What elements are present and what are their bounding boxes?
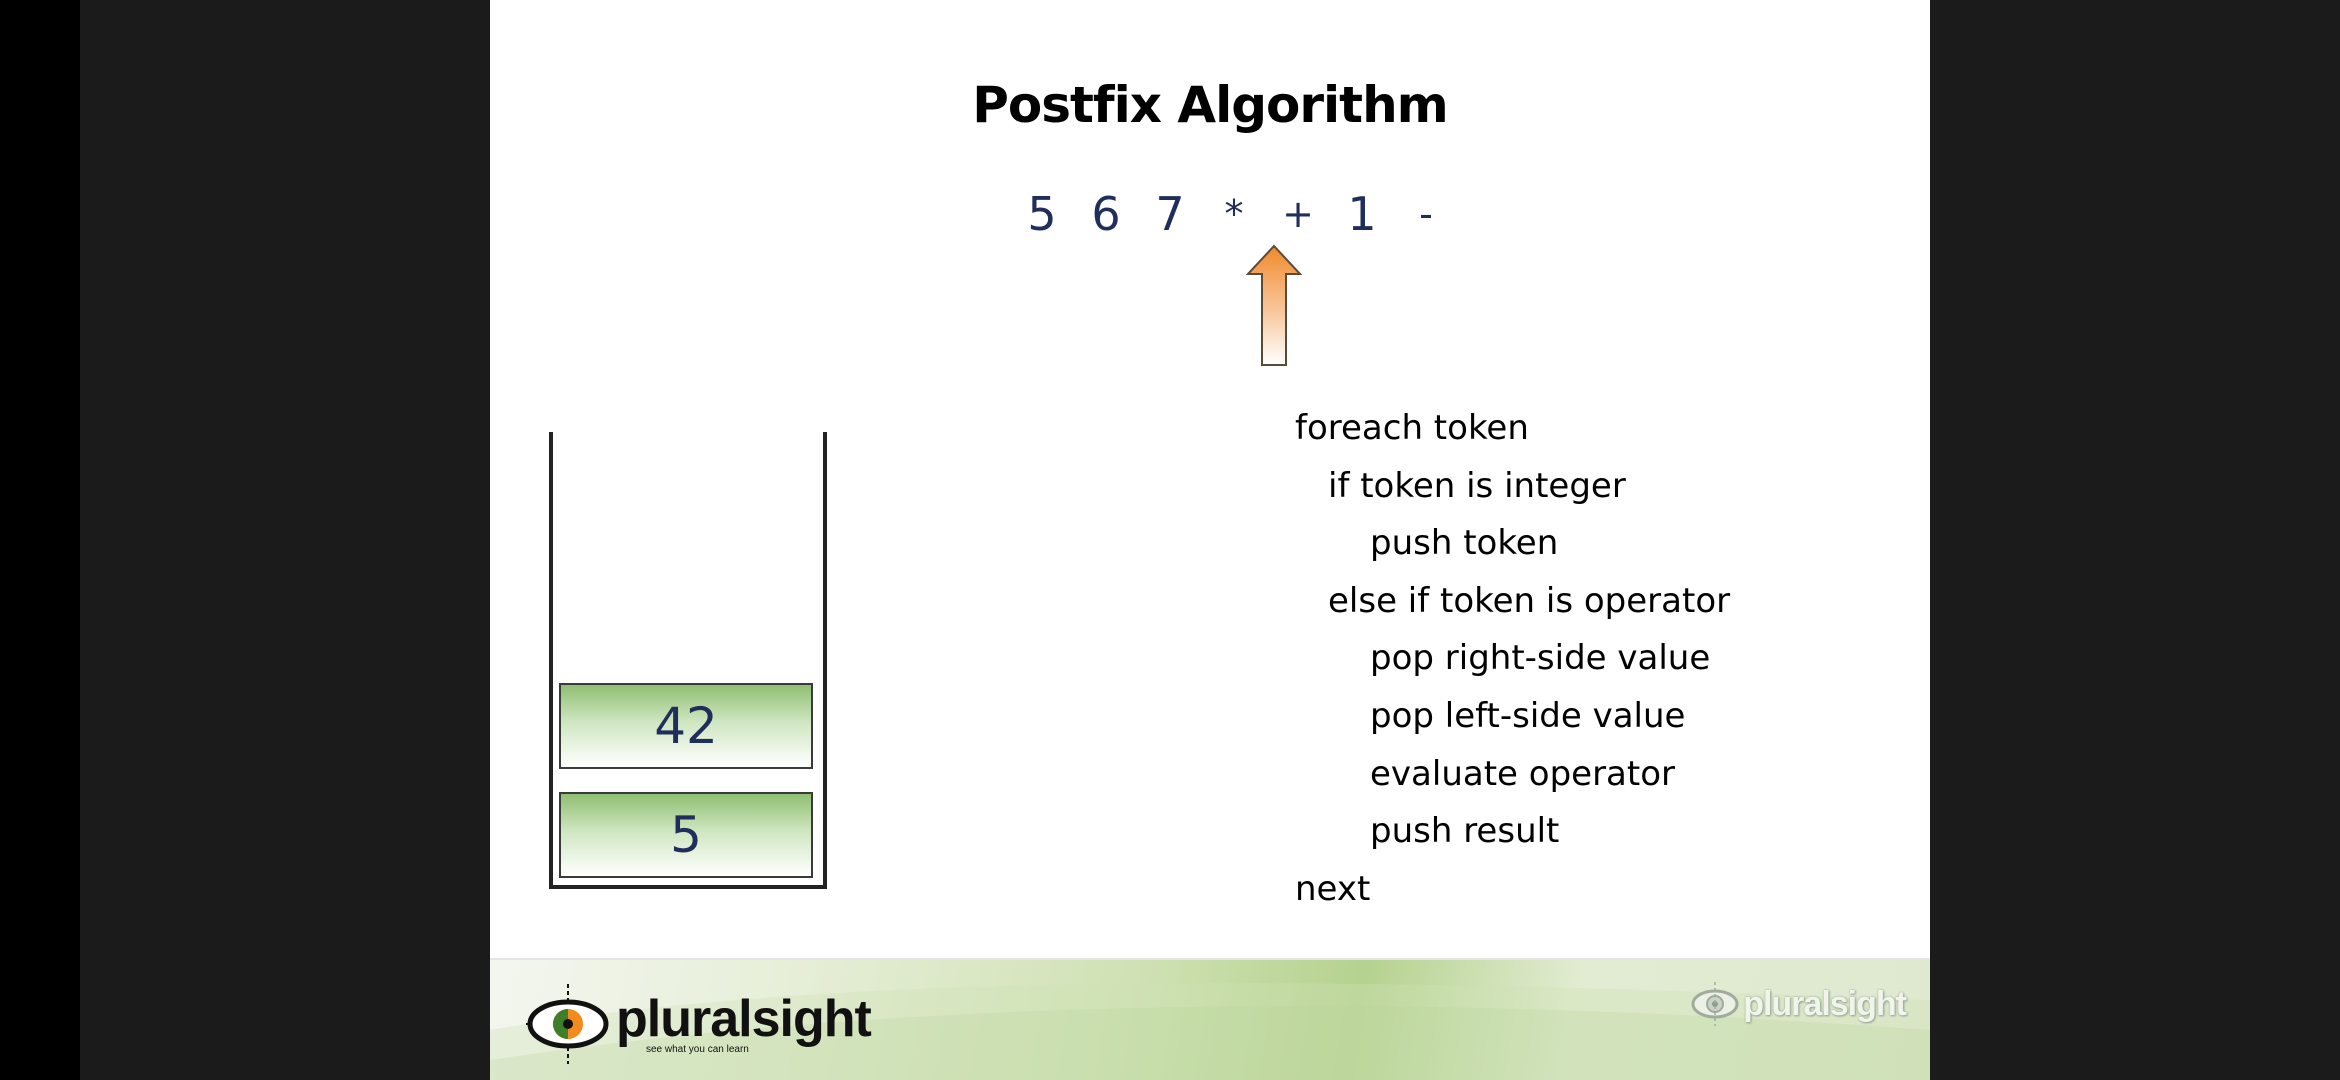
slide-title: Postfix Algorithm: [972, 76, 1449, 134]
code-line: else if token is operator: [1328, 580, 1731, 621]
code-line: push result: [1370, 811, 1560, 852]
token: 5: [1027, 187, 1057, 241]
code-line: pop left-side value: [1370, 695, 1686, 736]
left-black-bar: [0, 0, 80, 1080]
pluralsight-watermark: pluralsight: [1689, 978, 1907, 1030]
code-line: push token: [1370, 523, 1559, 564]
token: 7: [1155, 187, 1185, 241]
pseudocode-block: foreach token if token is integer push t…: [1295, 400, 1855, 918]
code-line: next: [1295, 868, 1371, 909]
token: *: [1224, 192, 1244, 236]
current-token-arrow-icon: [1246, 244, 1302, 366]
logo-tagline: see what you can learn: [646, 1044, 749, 1055]
slide-footer: pluralsight see what you can learn plura…: [490, 958, 1930, 1080]
left-letterbox: [80, 0, 490, 1080]
presentation-slide: Postfix Algorithm 5 6 7 * + 1 - 42 5 for…: [490, 0, 1930, 1080]
token: 6: [1091, 187, 1121, 241]
watermark-wordmark: pluralsight: [1743, 984, 1907, 1023]
token: -: [1419, 192, 1433, 236]
logo-wordmark: pluralsight: [616, 990, 872, 1048]
stack-item: 42: [559, 683, 813, 769]
eye-watermark-icon: [1691, 982, 1739, 1026]
pluralsight-logo: pluralsight see what you can learn: [526, 984, 872, 1064]
token: 1: [1347, 187, 1377, 241]
stack-item: 5: [559, 792, 813, 878]
code-line: evaluate operator: [1370, 753, 1675, 794]
right-letterbox: [1930, 0, 2340, 1080]
eye-icon: [526, 984, 610, 1064]
current-token: +: [1282, 192, 1314, 236]
code-line: pop right-side value: [1370, 638, 1711, 679]
video-player-screen: Postfix Algorithm 5 6 7 * + 1 - 42 5 for…: [0, 0, 2340, 1080]
stack-container: 42 5: [549, 432, 827, 889]
code-line: if token is integer: [1328, 465, 1626, 506]
postfix-expression: 5 6 7 * + 1 -: [1010, 182, 1458, 246]
code-line: foreach token: [1295, 408, 1529, 448]
